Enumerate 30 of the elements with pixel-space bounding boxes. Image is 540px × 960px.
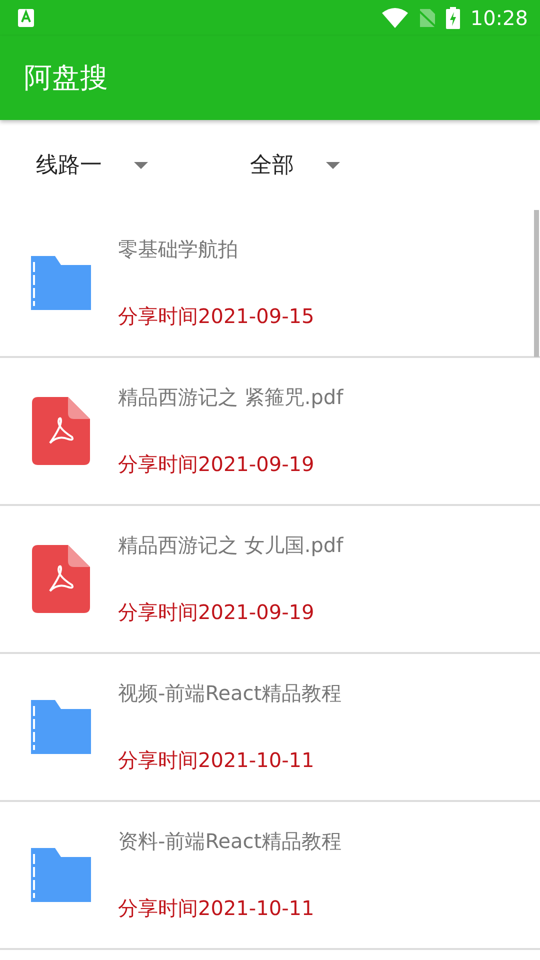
share-date: 分享时间2021-09-19: [118, 451, 316, 478]
app-notification-icon: [18, 9, 34, 27]
filter-dropdown[interactable]: 线路一: [36, 150, 250, 180]
file-name: 视频-前端React精品教程: [118, 680, 342, 707]
folder-icon: [31, 256, 91, 310]
file-row[interactable]: 视频-前端React精品教程 分享时间2021-10-11: [0, 654, 540, 802]
share-date: 分享时间2021-10-11: [118, 747, 316, 774]
pdf-file-icon: [32, 545, 90, 613]
file-row[interactable]: 精品西游记之 女儿国.pdf 分享时间2021-09-19: [0, 506, 540, 654]
filter-dropdown[interactable]: 全部: [250, 150, 464, 180]
battery-charging-icon: [446, 7, 460, 29]
status-time: 10:28: [470, 6, 528, 30]
pdf-file-icon: [32, 397, 90, 465]
file-name: 资料-前端React精品教程: [118, 828, 342, 855]
file-row[interactable]: 零基础学航拍 分享时间2021-09-15: [0, 210, 540, 358]
caret-icon: [326, 162, 340, 168]
file-name: 精品西游记之 女儿国.pdf: [118, 532, 344, 559]
wifi-icon: [382, 8, 408, 28]
app-title: 阿盘搜: [24, 60, 108, 96]
file-name: 零基础学航拍: [118, 236, 239, 263]
folder-icon: [31, 700, 91, 754]
caret-icon: [134, 162, 148, 168]
folder-icon: [31, 848, 91, 902]
file-row[interactable]: 资料-前端React精品教程 分享时间2021-10-11: [0, 802, 540, 950]
no-sim-icon: [418, 8, 436, 28]
share-date: 分享时间2021-09-19: [118, 599, 316, 626]
file-row[interactable]: 精品西游记之 紧箍咒.pdf 分享时间2021-09-19: [0, 358, 540, 506]
file-name: 精品西游记之 紧箍咒.pdf: [118, 384, 344, 411]
share-date: 分享时间2021-10-11: [118, 895, 316, 922]
share-date: 分享时间2021-09-15: [118, 303, 314, 330]
